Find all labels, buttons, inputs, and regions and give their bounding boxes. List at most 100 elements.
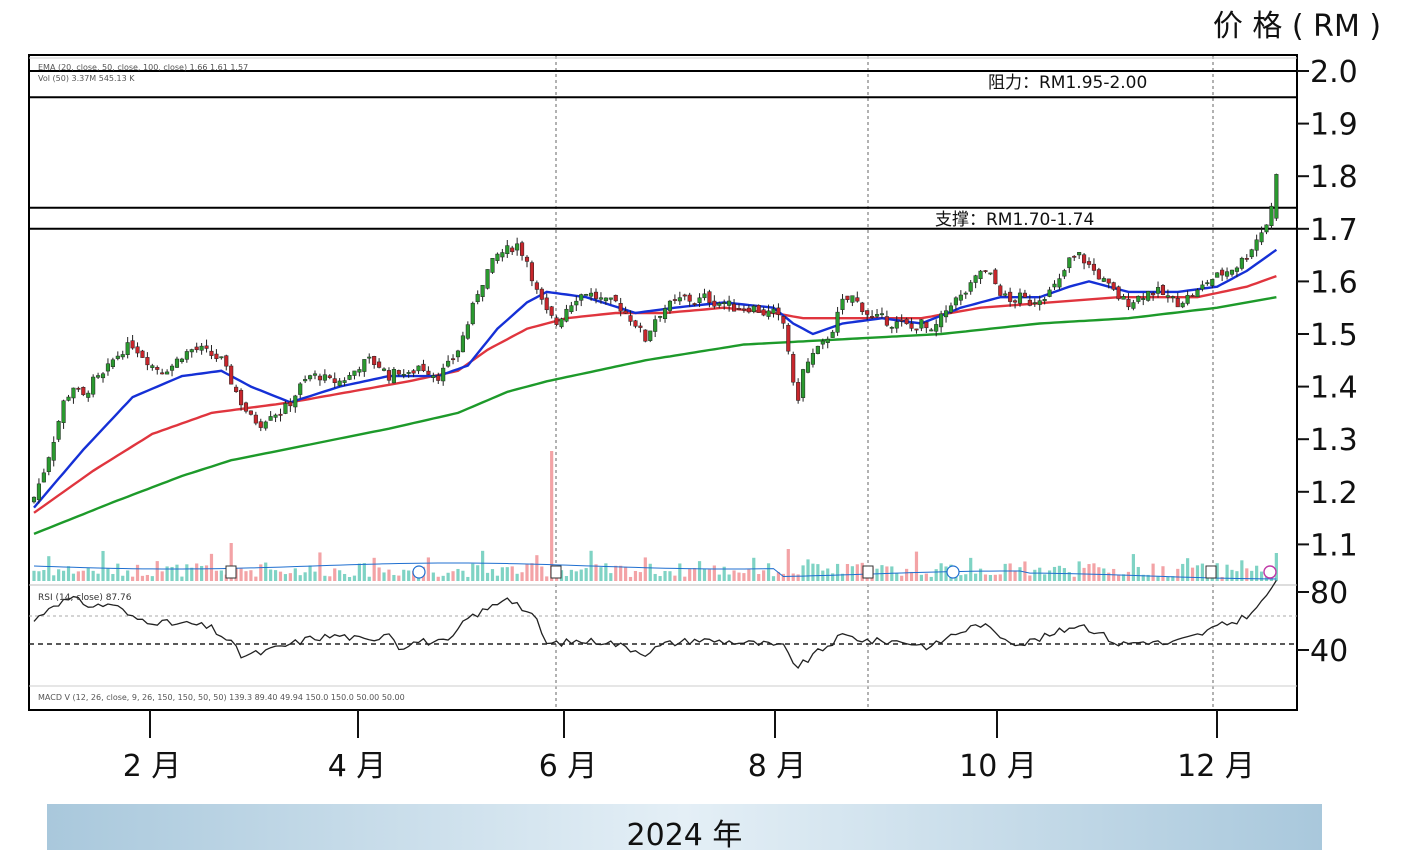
volume-bar	[579, 569, 583, 581]
volume-bar	[1008, 563, 1012, 581]
volume-bar	[407, 570, 411, 581]
volume-bar	[742, 573, 746, 581]
candle-body	[909, 323, 914, 329]
candle-body	[120, 354, 125, 358]
volume-bar	[831, 573, 835, 581]
volume-bar	[550, 451, 554, 581]
candle-body	[367, 356, 372, 359]
candle-body	[145, 357, 150, 366]
candle-body	[559, 318, 564, 328]
volume-bar	[584, 568, 588, 581]
volume-bar	[895, 573, 899, 581]
volume-bar	[855, 564, 859, 581]
candle-body	[899, 319, 904, 322]
volume-bar	[57, 569, 61, 581]
price-tick-label: 1.9	[1310, 108, 1358, 143]
candle-body	[91, 376, 96, 395]
volume-bar	[116, 563, 120, 581]
volume-bar	[1077, 561, 1081, 581]
volume-bar	[1190, 567, 1195, 581]
volume-bar	[1043, 574, 1047, 581]
candle-body	[381, 368, 387, 371]
candle-body	[347, 375, 352, 380]
candle-body	[978, 270, 983, 279]
candle-body	[446, 360, 451, 367]
candle-body	[781, 316, 786, 324]
volume-bar	[1274, 553, 1278, 581]
legend-ema: EMA (20, close, 50, close, 100, close) 1…	[38, 63, 248, 72]
volume-bar	[431, 572, 435, 581]
dividend-marker-icon	[946, 565, 960, 579]
candle-body	[1062, 270, 1067, 277]
volume-bar	[190, 567, 194, 581]
volume-bar	[806, 559, 810, 581]
candle-body	[963, 292, 968, 295]
candle-body	[214, 353, 219, 359]
candle-body	[51, 442, 56, 461]
candle-body	[322, 374, 327, 381]
candle-body	[934, 324, 939, 332]
candle-body	[510, 247, 515, 253]
volume-bar	[648, 563, 652, 581]
candle-body	[1269, 205, 1274, 227]
candle-body	[805, 361, 811, 373]
volume-bar	[983, 574, 988, 581]
candle-body	[889, 326, 894, 329]
volume-bar	[96, 573, 100, 581]
volume-bar	[1087, 564, 1091, 581]
candle-body	[1086, 261, 1092, 265]
volume-bar	[155, 561, 159, 581]
candle-body	[293, 395, 298, 408]
candle-body	[810, 352, 815, 365]
candle-body	[243, 402, 249, 412]
candle-body	[130, 340, 135, 349]
volume-bar	[850, 566, 854, 581]
volume-bar	[1220, 576, 1224, 581]
candle-body	[584, 294, 589, 296]
volume-bar	[683, 576, 687, 581]
volume-bar	[288, 573, 292, 581]
candle-body	[727, 300, 732, 306]
volume-bar	[126, 570, 130, 581]
candle-body	[993, 269, 998, 285]
volume-bar	[540, 566, 544, 581]
candle-body	[677, 297, 682, 302]
candle-body	[1101, 278, 1106, 282]
candle-body	[234, 386, 239, 392]
candle-body	[776, 307, 781, 315]
candle-body	[1072, 255, 1077, 258]
candle-body	[998, 285, 1003, 296]
candle-body	[204, 345, 209, 349]
candle-body	[1052, 283, 1057, 288]
volume-bar	[1047, 570, 1052, 581]
legend-volume: Vol (50) 3.37M 545.13 K	[38, 74, 135, 83]
candle-body	[480, 284, 485, 297]
candle-body	[687, 294, 692, 302]
volume-bar	[535, 555, 539, 581]
volume-bar	[609, 573, 613, 581]
candle-body	[879, 313, 885, 316]
volume-bar	[466, 576, 470, 581]
month-label: 4 月	[328, 749, 387, 784]
volume-bar	[978, 568, 983, 581]
volume-bar	[816, 564, 820, 581]
candle-body	[539, 288, 544, 300]
month-label: 8 月	[748, 749, 807, 784]
volume-bar	[86, 567, 90, 581]
earnings-marker-icon	[862, 565, 874, 579]
volume-bar	[1023, 561, 1027, 581]
candle-body	[549, 306, 554, 316]
volume-bar	[934, 569, 938, 581]
candle-body	[209, 350, 214, 356]
candle-body	[722, 302, 727, 304]
candle-body	[1249, 249, 1254, 258]
candle-body	[391, 369, 396, 384]
volume-bar	[638, 572, 642, 581]
candle-body	[948, 305, 954, 313]
volume-bar	[801, 565, 805, 581]
candle-body	[653, 319, 658, 332]
volume-bar	[318, 552, 322, 581]
candle-body	[593, 291, 599, 299]
candle-body	[431, 375, 436, 378]
volume-bar	[382, 572, 386, 581]
